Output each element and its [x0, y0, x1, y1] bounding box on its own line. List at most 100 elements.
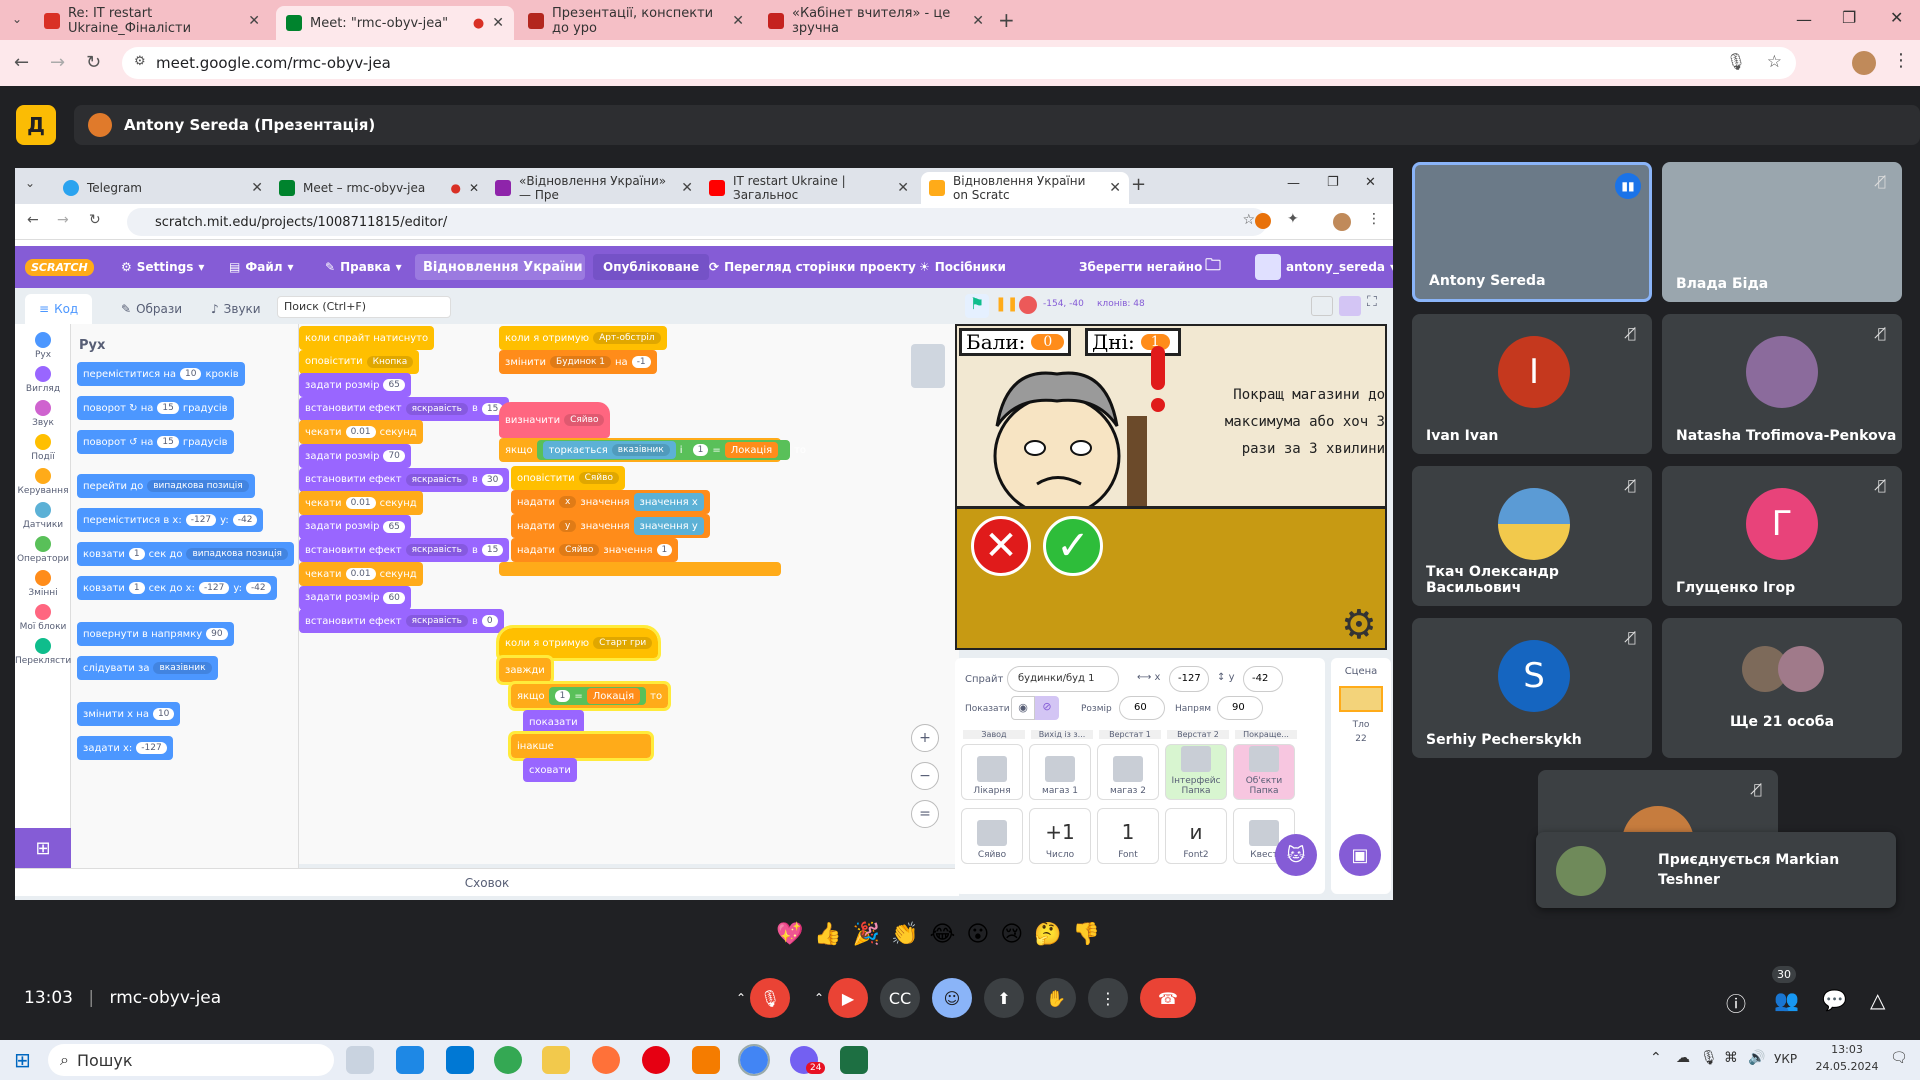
app-icon[interactable]: [692, 1046, 720, 1074]
x-input[interactable]: -127: [1169, 666, 1209, 692]
backdrop-thumbnail[interactable]: [1339, 686, 1383, 712]
browser-tab-presentations[interactable]: Презентації, конспекти до уро ✕: [518, 6, 754, 36]
script-block[interactable]: коли спрайт натиснуто: [299, 326, 435, 350]
bookmark-star-icon[interactable]: ☆: [1767, 52, 1782, 72]
taskbar-search-input[interactable]: ⌕ Пошук: [48, 1044, 334, 1076]
participant-tile-ivan[interactable]: 🎙̸ I Ivan Ivan: [1412, 314, 1652, 454]
close-icon[interactable]: ✕: [681, 180, 693, 196]
script-block[interactable]: задати розмір 60: [299, 585, 411, 610]
tab-sounds[interactable]: ♪ Звуки: [197, 294, 275, 324]
opera-icon[interactable]: [642, 1046, 670, 1074]
if-else-block[interactable]: якщо 1 = Локація то: [507, 681, 672, 711]
reaction-emoji[interactable]: 💖: [776, 922, 803, 956]
restore-icon[interactable]: ❐: [1327, 175, 1339, 190]
code-workspace[interactable]: коли спрайт натиснуто оповістити Кнопка зад…: [299, 324, 959, 864]
shared-tab-telegram[interactable]: Telegram ✕: [55, 172, 271, 204]
reaction-emoji[interactable]: 👍: [814, 922, 841, 956]
fullscreen-icon[interactable]: ⛶: [1367, 294, 1377, 310]
restore-icon[interactable]: ❐: [1842, 8, 1856, 27]
participant-tile-serhiy[interactable]: 🎙̸ S Serhiy Pecherskykh: [1412, 618, 1652, 758]
sprite-name-input[interactable]: будинки/буд 1: [1007, 666, 1119, 692]
extension-icon[interactable]: [1255, 213, 1271, 229]
script-block[interactable]: встановити ефект яскравість в 15: [299, 538, 510, 563]
window-close-icon[interactable]: ✕: [1365, 175, 1376, 190]
stop-icon[interactable]: [1019, 296, 1037, 314]
script-block[interactable]: задати розмір 65: [299, 514, 411, 539]
forever-block[interactable]: завжди: [496, 655, 554, 685]
mic-icon[interactable]: 🎙: [1726, 52, 1746, 71]
back-icon[interactable]: ←: [27, 212, 39, 228]
sprite-tile[interactable]: Інтерфейс Папка: [1165, 744, 1227, 800]
browser-tab-meet[interactable]: Meet: "rmc-obyv-jea" ● ✕: [276, 6, 514, 40]
category-0[interactable]: Рух: [15, 332, 71, 360]
mic-off-icon[interactable]: 🎙: [750, 978, 790, 1018]
more-options-icon[interactable]: ⋮: [1088, 978, 1128, 1018]
see-project-page-button[interactable]: ⟳ Перегляд сторінки проекту: [709, 246, 916, 288]
gear-icon[interactable]: ⚙: [1341, 602, 1377, 648]
script-block[interactable]: задати розмір 65: [299, 373, 411, 398]
reaction-emoji[interactable]: 👎: [1073, 922, 1100, 956]
sprite-tile[interactable]: +1 Число: [1029, 808, 1091, 864]
script-block[interactable]: встановити ефект яскравість в 15: [299, 396, 510, 421]
script-block[interactable]: встановити ефект яскравість в 30: [299, 467, 510, 492]
motion-block[interactable]: переміститися на 10 кроків: [77, 362, 245, 386]
folder-icon[interactable]: 🗀: [1205, 246, 1221, 288]
mail-icon[interactable]: [446, 1046, 474, 1074]
browser-menu-icon[interactable]: ⋮: [1367, 211, 1381, 227]
participant-tile-glushchenko[interactable]: 🎙̸ Г Глущенко Ігор: [1662, 466, 1902, 606]
info-icon[interactable]: ⓘ: [1726, 988, 1746, 1017]
category-7[interactable]: Змінні: [15, 570, 71, 598]
motion-block[interactable]: переміститися в x: -127 y: -42: [77, 508, 264, 532]
reload-icon[interactable]: ↻: [89, 212, 101, 228]
when-receive-hat[interactable]: коли я отримую Старт гри: [495, 625, 662, 661]
sprite-tile[interactable]: Сяйво: [961, 808, 1023, 864]
settings-menu[interactable]: ⚙ Settings ▾: [121, 246, 204, 288]
show-block[interactable]: показати: [523, 710, 584, 734]
sprite-tile[interactable]: и Font2: [1165, 808, 1227, 864]
script-block[interactable]: встановити ефект яскравість в 0: [299, 609, 504, 634]
close-icon[interactable]: ✕: [248, 13, 260, 29]
file-menu[interactable]: ▤ Файл ▾: [229, 246, 294, 288]
size-input[interactable]: 60: [1119, 696, 1165, 720]
pause-icon[interactable]: ❚❚: [995, 296, 1018, 316]
small-stage-icon[interactable]: [1311, 296, 1333, 316]
chat-icon[interactable]: 💬: [1822, 988, 1847, 1012]
clock-time[interactable]: 13:03: [1812, 1043, 1882, 1056]
activities-icon[interactable]: △: [1870, 988, 1885, 1012]
shared-tab-meet[interactable]: Meet – rmc-obyv-jea ● ✕: [271, 172, 487, 204]
motion-block[interactable]: поворот ↺ на 15 градусів: [77, 430, 234, 454]
motion-block[interactable]: змінити x на 10: [77, 702, 181, 726]
raise-hand-icon[interactable]: ✋: [1036, 978, 1076, 1018]
motion-block[interactable]: ковзати 1 сек до випадкова позиція: [77, 542, 294, 566]
category-1[interactable]: Вигляд: [15, 366, 71, 394]
profile-avatar[interactable]: [1852, 51, 1876, 75]
confirm-check-icon[interactable]: ✓: [1043, 516, 1103, 576]
script-block[interactable]: задати розмір 70: [299, 444, 411, 468]
close-icon[interactable]: ✕: [732, 13, 744, 29]
shared-tab-scratch[interactable]: Відновлення України on Scratc ✕: [921, 172, 1129, 204]
reaction-emoji[interactable]: 😢: [1000, 922, 1023, 956]
category-3[interactable]: Події: [15, 434, 71, 462]
large-stage-icon[interactable]: [1339, 296, 1361, 316]
leave-call-icon[interactable]: ☎: [1140, 978, 1196, 1018]
motion-block[interactable]: слідувати за вказівник: [77, 656, 218, 680]
forward-icon[interactable]: →: [50, 52, 65, 73]
window-close-icon[interactable]: ✕: [1890, 8, 1903, 27]
add-extension-button[interactable]: ⊞: [15, 828, 71, 868]
notifications-icon[interactable]: 🗨: [1890, 1050, 1908, 1066]
user-menu[interactable]: antony_sereda ▾: [1255, 246, 1393, 288]
presenter-chip[interactable]: Antony Sereda (Презентація): [74, 105, 1920, 145]
sprite-tile[interactable]: магаз 2: [1097, 744, 1159, 800]
minimize-icon[interactable]: —: [1796, 10, 1812, 29]
close-icon[interactable]: ✕: [492, 15, 504, 31]
show-eye-icon[interactable]: ◉: [1011, 696, 1035, 720]
define-block[interactable]: визначити Сяйво: [499, 402, 611, 438]
script-block[interactable]: чекати 0.01 секунд: [299, 562, 423, 586]
tab-search-icon[interactable]: ⌄: [25, 176, 35, 190]
set-variable-block[interactable]: надати у значення значення у: [511, 514, 710, 538]
hide-block[interactable]: сховати: [523, 758, 577, 782]
add-backdrop-button[interactable]: ▣: [1339, 834, 1381, 876]
broadcast-block[interactable]: оповістити Сяйво: [511, 466, 625, 490]
reaction-emoji[interactable]: 🎉: [853, 922, 880, 956]
publish-button[interactable]: Опубліковане: [593, 254, 710, 280]
